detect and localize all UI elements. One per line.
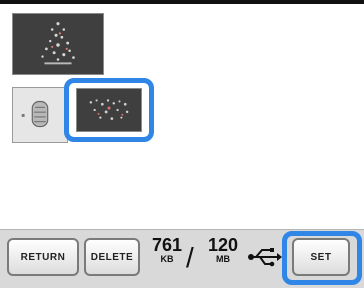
return-button[interactable]: RETURN xyxy=(7,238,79,276)
usb-icon xyxy=(248,248,282,267)
embroidery-pattern-icon xyxy=(21,100,49,128)
delete-button[interactable]: DELETE xyxy=(84,238,140,276)
embroidery-pattern-icon xyxy=(41,22,75,65)
memory-total-value: 120 xyxy=(208,235,239,255)
set-button[interactable]: SET xyxy=(292,238,350,276)
memory-separator: / xyxy=(186,242,194,273)
top-divider xyxy=(0,0,364,4)
pattern-thumbnail-2[interactable] xyxy=(12,87,68,143)
memory-used-readout: 761 KB xyxy=(152,236,182,264)
memory-used-value: 761 xyxy=(152,235,183,255)
memory-used-unit: KB xyxy=(160,254,174,264)
embroidery-pattern-icon xyxy=(89,99,129,120)
memory-total-unit: MB xyxy=(216,254,231,264)
pattern-thumbnail-3-selected[interactable] xyxy=(76,88,142,132)
memory-total-readout: 120 MB xyxy=(208,236,238,264)
pattern-thumbnail-1[interactable] xyxy=(12,13,104,75)
